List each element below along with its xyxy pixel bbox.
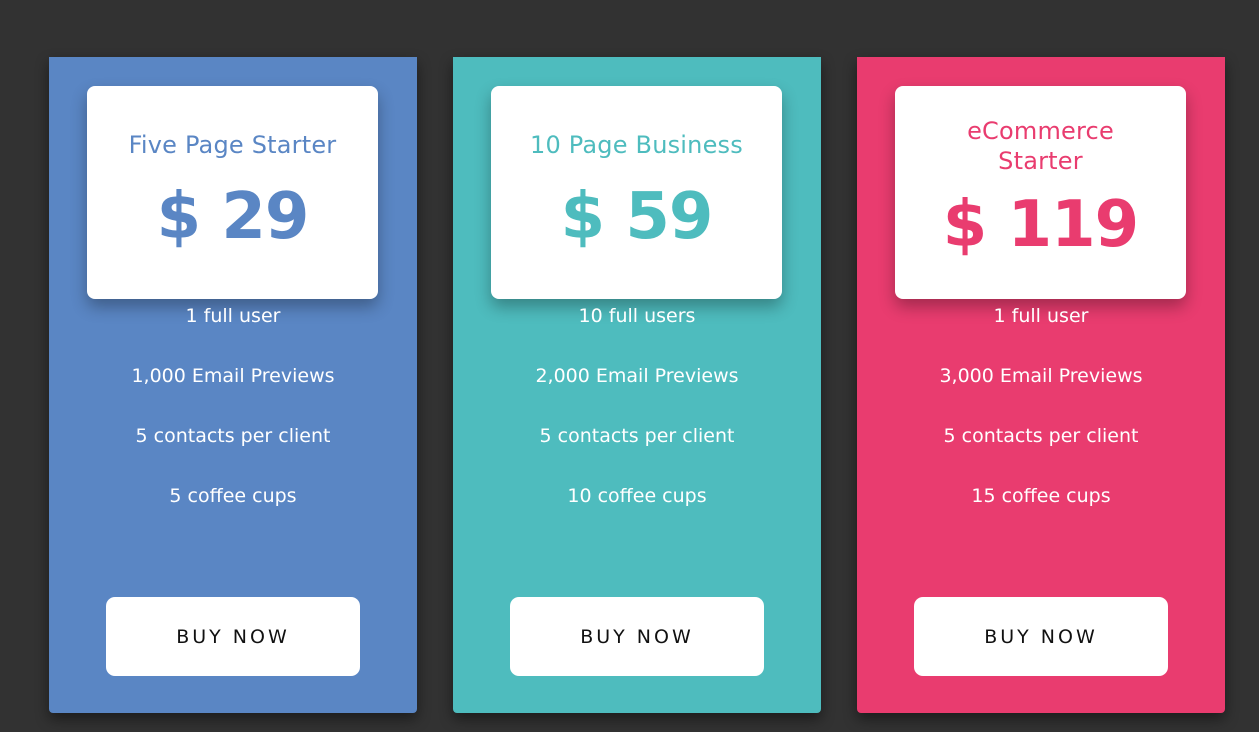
feature-list: 1 full user 3,000 Email Previews 5 conta… (857, 301, 1225, 541)
feature-item: 1 full user (993, 305, 1089, 327)
feature-item: 10 coffee cups (567, 485, 707, 507)
buy-now-button[interactable]: BUY NOW (106, 597, 360, 676)
pricing-card-ecommerce-starter: eCommerce Starter $ 119 1 full user 3,00… (857, 57, 1225, 713)
feature-item: 3,000 Email Previews (939, 365, 1143, 387)
plan-price: $ 119 (942, 188, 1139, 262)
feature-item: 5 contacts per client (943, 425, 1139, 447)
card-header: eCommerce Starter $ 119 (895, 86, 1186, 299)
card-header: 10 Page Business $ 59 (491, 86, 782, 299)
feature-item: 1 full user (185, 305, 281, 327)
feature-item: 2,000 Email Previews (535, 365, 739, 387)
card-header: Five Page Starter $ 29 (87, 86, 378, 299)
pricing-table: Five Page Starter $ 29 1 full user 1,000… (0, 0, 1259, 732)
plan-name: eCommerce Starter (967, 117, 1114, 175)
plan-name: 10 Page Business (530, 131, 743, 159)
feature-item: 10 full users (578, 305, 696, 327)
pricing-card-five-page-starter: Five Page Starter $ 29 1 full user 1,000… (49, 57, 417, 713)
buy-now-button[interactable]: BUY NOW (510, 597, 764, 676)
plan-price: $ 59 (560, 180, 714, 254)
plan-name: Five Page Starter (128, 131, 337, 159)
feature-item: 5 contacts per client (135, 425, 331, 447)
feature-list: 1 full user 1,000 Email Previews 5 conta… (49, 301, 417, 541)
feature-item: 5 contacts per client (539, 425, 735, 447)
feature-item: 5 coffee cups (169, 485, 297, 507)
feature-item: 1,000 Email Previews (131, 365, 335, 387)
buy-now-button[interactable]: BUY NOW (914, 597, 1168, 676)
feature-item: 15 coffee cups (971, 485, 1111, 507)
plan-price: $ 29 (156, 180, 310, 254)
feature-list: 10 full users 2,000 Email Previews 5 con… (453, 301, 821, 541)
pricing-card-10-page-business: 10 Page Business $ 59 10 full users 2,00… (453, 57, 821, 713)
